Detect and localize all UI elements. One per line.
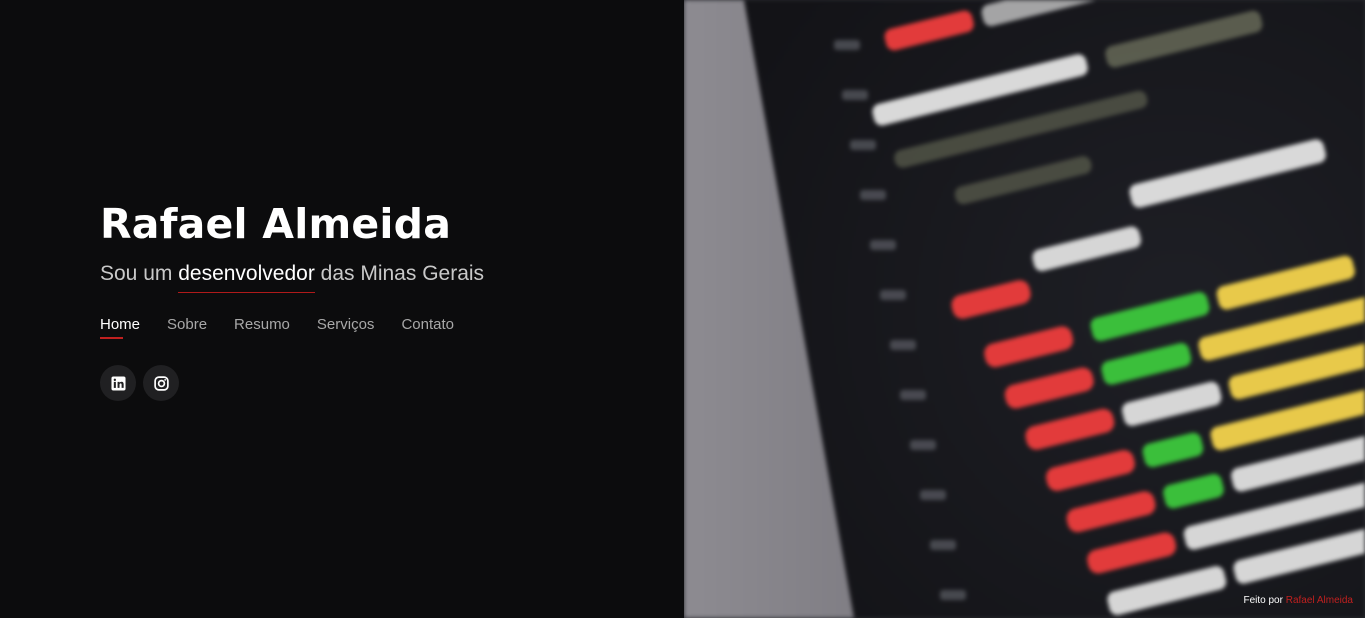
tagline-suffix: das Minas Gerais <box>314 262 485 285</box>
tagline-prefix: Sou um <box>100 262 179 285</box>
main-nav: Home Sobre Resumo Serviços Contato <box>100 316 484 339</box>
credit-author-link[interactable]: Rafael Almeida <box>1286 595 1353 606</box>
linkedin-icon <box>110 375 126 391</box>
instagram-button[interactable] <box>143 365 179 401</box>
hero-name: Rafael Almeida <box>100 200 452 248</box>
nav-resumo[interactable]: Resumo <box>234 316 290 339</box>
hero-content: Rafael Almeida Sou um desenvolvedor das … <box>100 196 484 401</box>
social-links <box>100 365 484 401</box>
hero-image: Feito por Rafael Almeida <box>684 0 1365 618</box>
nav-contato[interactable]: Contato <box>401 316 454 339</box>
credit-prefix: Feito por <box>1243 595 1283 606</box>
nav-home[interactable]: Home <box>100 316 140 339</box>
linkedin-button[interactable] <box>100 365 136 401</box>
nav-servicos[interactable]: Serviços <box>317 316 375 339</box>
footer-credit: Feito por Rafael Almeida <box>1243 595 1353 606</box>
tagline-typed-word: desenvolvedor <box>178 260 315 293</box>
instagram-icon <box>153 375 169 391</box>
hero-tagline: Sou um desenvolvedor das Minas Gerais <box>100 260 485 293</box>
hero-section: Rafael Almeida Sou um desenvolvedor das … <box>0 0 684 618</box>
code-screen-photo <box>684 0 1365 618</box>
nav-sobre[interactable]: Sobre <box>167 316 207 339</box>
page: Rafael Almeida Sou um desenvolvedor das … <box>0 0 1365 618</box>
